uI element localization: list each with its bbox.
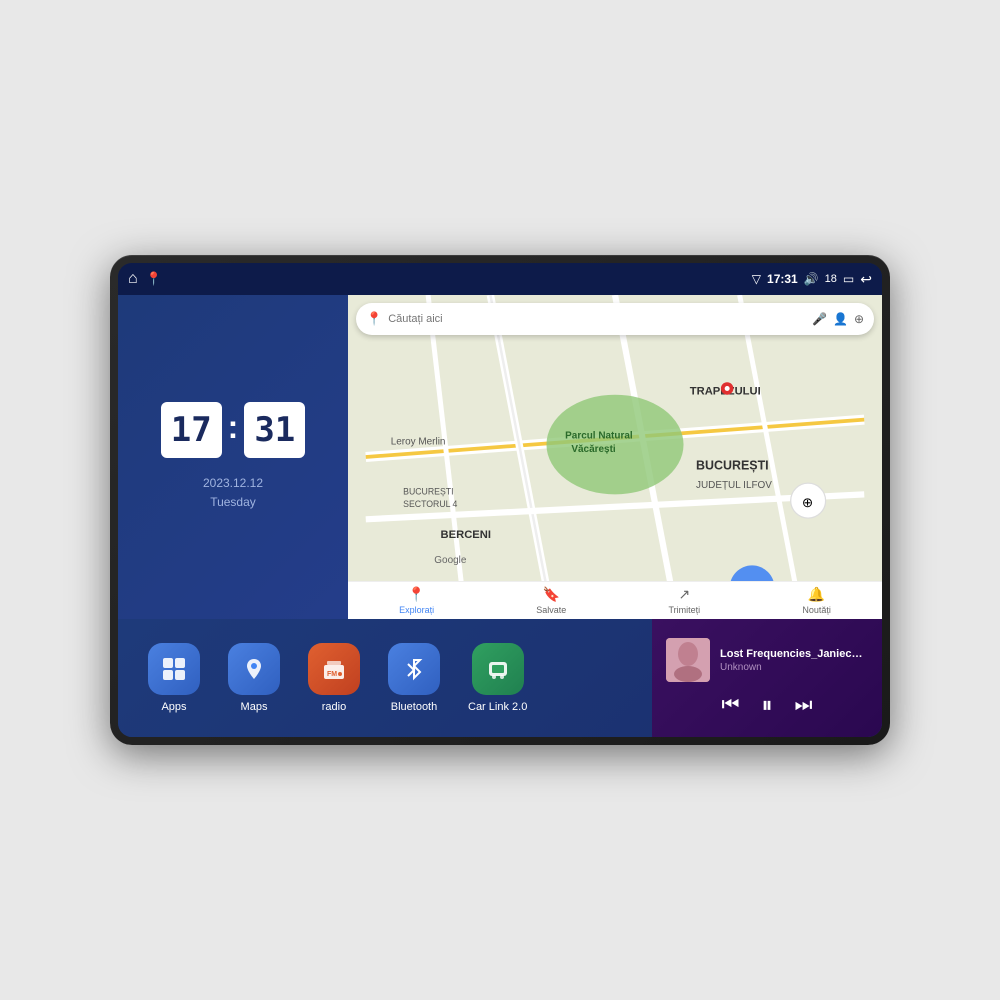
clock-date: 2023.12.12 Tuesday bbox=[203, 474, 263, 512]
svg-text:BUCUREȘTI: BUCUREȘTI bbox=[696, 458, 769, 472]
maps-icon-item[interactable]: Maps bbox=[214, 637, 294, 719]
explore-label: Explorați bbox=[399, 605, 434, 615]
music-top: Lost Frequencies_Janieck Devy-... Unknow… bbox=[666, 638, 868, 682]
map-search-bar[interactable]: 📍 🎤 👤 ⊕ bbox=[356, 303, 874, 335]
top-section: 17 : 31 2023.12.12 Tuesday bbox=[118, 295, 882, 619]
map-layers-icon[interactable]: ⊕ bbox=[854, 312, 864, 326]
maps-nav-icon[interactable]: 📍 bbox=[146, 271, 162, 287]
news-icon: 🔔 bbox=[808, 586, 825, 603]
saved-icon: 🔖 bbox=[543, 586, 560, 603]
explore-icon: 📍 bbox=[408, 586, 425, 603]
svg-text:BUCUREȘTI: BUCUREȘTI bbox=[403, 486, 453, 496]
radio-icon-item[interactable]: FM radio bbox=[294, 637, 374, 719]
clock-widget: 17 : 31 2023.12.12 Tuesday bbox=[118, 295, 348, 619]
music-play-button[interactable]: ⏸ bbox=[761, 692, 772, 718]
news-label: Noutăți bbox=[802, 605, 831, 615]
music-album-art bbox=[666, 638, 710, 682]
volume-level: 18 bbox=[825, 273, 837, 285]
carlink-icon bbox=[472, 643, 524, 695]
clock-display: 17 : 31 bbox=[161, 402, 306, 458]
map-widget[interactable]: Parcul Natural Văcărești TRAPEZULUI BUCU… bbox=[348, 295, 882, 619]
svg-text:Google: Google bbox=[434, 555, 467, 566]
music-artist: Unknown bbox=[720, 662, 868, 673]
status-bar: ⌂ 📍 ▽ 17:31 🔊 18 ▭ ↩ bbox=[118, 263, 882, 295]
radio-label: radio bbox=[322, 701, 346, 713]
home-icon[interactable]: ⌂ bbox=[128, 270, 138, 288]
saved-label: Salvate bbox=[536, 605, 566, 615]
carlink-label: Car Link 2.0 bbox=[468, 701, 527, 713]
svg-text:BERCENI: BERCENI bbox=[441, 529, 491, 541]
status-bar-left: ⌂ 📍 bbox=[128, 270, 162, 288]
carlink-icon-item[interactable]: Car Link 2.0 bbox=[454, 637, 541, 719]
music-info: Lost Frequencies_Janieck Devy-... Unknow… bbox=[720, 648, 868, 673]
bluetooth-icon-item[interactable]: Bluetooth bbox=[374, 637, 454, 719]
map-nav-news[interactable]: 🔔 Noutăți bbox=[802, 586, 831, 615]
clock-minute: 31 bbox=[244, 402, 305, 458]
volume-icon: 🔊 bbox=[804, 272, 819, 286]
svg-text:Parcul Natural: Parcul Natural bbox=[565, 430, 633, 441]
svg-text:FM: FM bbox=[327, 671, 337, 678]
map-nav-explore[interactable]: 📍 Explorați bbox=[399, 586, 434, 615]
map-account-icon[interactable]: 👤 bbox=[833, 312, 848, 326]
bottom-section: Apps Maps bbox=[118, 619, 882, 737]
battery-icon: ▭ bbox=[843, 272, 854, 286]
apps-icon bbox=[148, 643, 200, 695]
svg-text:SECTORUL 4: SECTORUL 4 bbox=[403, 499, 457, 509]
share-icon: ↗ bbox=[678, 586, 690, 603]
bluetooth-icon bbox=[388, 643, 440, 695]
status-bar-right: ▽ 17:31 🔊 18 ▭ ↩ bbox=[752, 271, 872, 288]
map-voice-icon[interactable]: 🎤 bbox=[812, 312, 827, 326]
svg-text:JUDEȚUL ILFOV: JUDEȚUL ILFOV bbox=[696, 480, 772, 491]
back-icon[interactable]: ↩ bbox=[860, 271, 872, 288]
device-screen: ⌂ 📍 ▽ 17:31 🔊 18 ▭ ↩ 17 : bbox=[118, 263, 882, 737]
clock-hour: 17 bbox=[161, 402, 222, 458]
car-head-unit: ⌂ 📍 ▽ 17:31 🔊 18 ▭ ↩ 17 : bbox=[110, 255, 890, 745]
svg-text:Văcărești: Văcărești bbox=[571, 444, 616, 455]
music-title: Lost Frequencies_Janieck Devy-... bbox=[720, 648, 868, 660]
bluetooth-label: Bluetooth bbox=[391, 701, 437, 713]
map-bottom-nav: 📍 Explorați 🔖 Salvate ↗ Trimiteți 🔔 bbox=[348, 581, 882, 619]
map-pin-icon: 📍 bbox=[366, 311, 382, 327]
apps-label: Apps bbox=[161, 701, 186, 713]
map-nav-share[interactable]: ↗ Trimiteți bbox=[669, 586, 701, 615]
main-content: 17 : 31 2023.12.12 Tuesday bbox=[118, 295, 882, 737]
music-controls: ⏮ ⏸ ⏭ bbox=[666, 692, 868, 718]
clock-colon: : bbox=[228, 409, 239, 446]
map-nav-saved[interactable]: 🔖 Salvate bbox=[536, 586, 566, 615]
map-search-input[interactable] bbox=[388, 313, 806, 325]
music-player: Lost Frequencies_Janieck Devy-... Unknow… bbox=[652, 619, 882, 737]
music-prev-button[interactable]: ⏮ bbox=[721, 694, 739, 717]
time-display: 17:31 bbox=[767, 272, 798, 286]
app-icons-row: Apps Maps bbox=[118, 629, 652, 727]
music-next-button[interactable]: ⏭ bbox=[795, 694, 813, 717]
maps-icon bbox=[228, 643, 280, 695]
svg-text:Leroy Merlin: Leroy Merlin bbox=[391, 437, 446, 448]
svg-text:⊕: ⊕ bbox=[802, 495, 813, 510]
signal-icon: ▽ bbox=[752, 272, 761, 286]
apps-icon-item[interactable]: Apps bbox=[134, 637, 214, 719]
share-label: Trimiteți bbox=[669, 605, 701, 615]
maps-label: Maps bbox=[241, 701, 268, 713]
radio-icon: FM bbox=[308, 643, 360, 695]
